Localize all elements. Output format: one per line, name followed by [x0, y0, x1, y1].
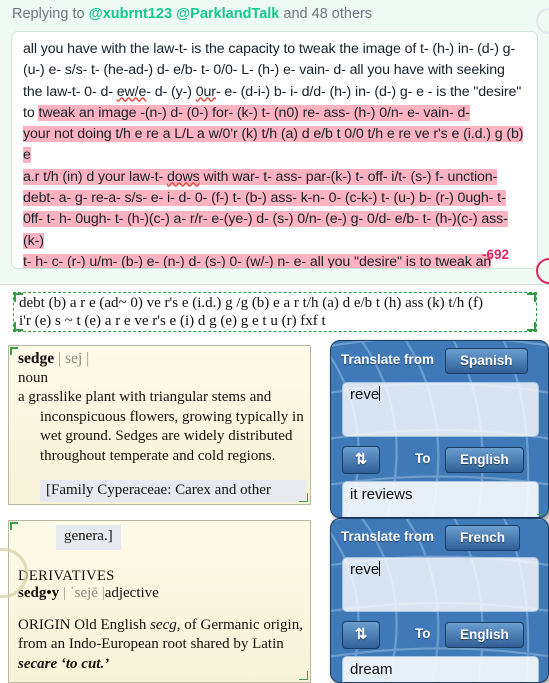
dictionary-panel-derivatives[interactable]: genera.] DERIVATIVES sedg•y | ˈsejē |adj…	[8, 520, 311, 683]
tweet-text-segment: all you have with the law-t- is the capa…	[23, 41, 516, 57]
swap-languages-button[interactable]: ⇅	[342, 621, 380, 649]
tweet-text-segment: tweak an image -(n-) d- (0-) for- (k-) t…	[38, 104, 470, 121]
dictionary-content-2: genera.] DERIVATIVES sedg•y | ˈsejē |adj…	[18, 525, 306, 674]
derivative-part-of-speech: adjective	[104, 584, 159, 601]
tweet-text-segment: - e- (d-i-) b- i- d/d- (h-) in- (d-) g- …	[215, 83, 522, 100]
target-language-select[interactable]: English	[445, 622, 524, 648]
translate-from-label: Translate from	[341, 529, 435, 544]
panel-resize-handle[interactable]	[299, 493, 308, 502]
panel-corner-top-left-icon	[10, 522, 18, 530]
section-divider	[0, 284, 549, 285]
tweet-line: a.r t/h (in) d your law-t- dows with war…	[23, 167, 528, 188]
translate-widget-spanish[interactable]: Translate from Spanish reve ⇅ To English…	[330, 340, 549, 518]
translate-source-input[interactable]: reve	[342, 557, 539, 612]
swap-languages-button[interactable]: ⇅	[342, 446, 380, 474]
derivatives-label: DERIVATIVES	[18, 567, 115, 584]
origin-label: ORIGIN	[18, 616, 71, 633]
pron-separator-right: |	[86, 350, 90, 367]
replying-to-handles[interactable]: @xubrnt123 @ParklandTalk	[89, 6, 280, 22]
translate-result-value: dream	[350, 661, 393, 678]
transcription-line-2: i'r (e) s ~ t (e) a r e ve r's e (i) d g…	[19, 313, 326, 329]
tweet-compose-region: Replying to @xubrnt123 @ParklandTalk and…	[0, 0, 549, 285]
tweet-text-segment: a.r t/h (in) d your law-t-	[23, 168, 167, 185]
translate-from-label: Translate from	[341, 352, 435, 367]
dictionary-definition-text: a grasslike plant with triangular stems …	[18, 389, 304, 464]
replying-to-prefix: Replying to	[12, 6, 89, 22]
misspelled-word: 0ur	[195, 83, 216, 100]
tweet-line: t- h- c- (r-) u/m- (b-) e- (n-) d- (s-) …	[23, 252, 528, 269]
misspelled-word: ew/e	[116, 83, 147, 100]
text-cursor-icon	[379, 561, 381, 576]
translate-from-row: Translate from French	[331, 522, 548, 552]
tweet-text-segment: t- h- c- (r-) u/m- (b-) e- (n-) d- (s-) …	[23, 253, 492, 269]
translate-to-label: To	[415, 626, 431, 641]
source-language-select[interactable]: Spanish	[445, 348, 528, 374]
origin-italic-word: secg	[150, 616, 177, 633]
tweet-textarea[interactable]: all you have with the law-t- is the capa…	[11, 31, 538, 269]
tweet-text-segment: to	[23, 104, 39, 121]
widget-resize-handle[interactable]	[537, 506, 546, 515]
tweet-text-segment: debt- a- g- re-a- s/s- e- i- d- 0- (f-) …	[23, 190, 506, 207]
tweet-text-content[interactable]: all you have with the law-t- is the capa…	[23, 39, 528, 269]
derivative-pronunciation: ˈsejē	[69, 584, 98, 601]
dictionary-family-note-continued: genera.]	[56, 525, 121, 550]
tweet-text-segment: your not doing t/h e re a L/L a w/0'r (k…	[23, 126, 524, 164]
tweet-text-segment: (u-) e- s/s- t- (he-ad-) d- e/b- t- 0/0-…	[23, 62, 505, 79]
translate-to-row: ⇅ To English	[331, 619, 548, 649]
transcription-text: debt (b) a r e (ad~ 0) ve r's e (i.d.) g…	[19, 294, 535, 330]
derivative-word: sedg•y	[18, 584, 60, 601]
translate-widget-french[interactable]: Translate from French reve ⇅ To English …	[330, 518, 549, 683]
tweet-line: 0ff- t- h- 0ugh- t- (h-)(c-) a- r/r- e-(…	[23, 209, 528, 252]
derivatives-entry: sedg•y | ˈsejē |adjective	[18, 584, 159, 601]
tweet-line: the law-t- 0- d- ew/e- d- (y-) 0ur- e- (…	[23, 82, 528, 103]
panel-corner-top-left-icon	[10, 347, 18, 355]
tweet-text-segment: 0ff- t- h- 0ugh- t- (h-)(c-) a- r/r- e-(…	[23, 211, 508, 249]
dictionary-content: sedge | sej | noun a grasslike plant wit…	[18, 350, 306, 502]
source-language-select[interactable]: French	[445, 525, 521, 551]
replying-to-label: Replying to @xubrnt123 @ParklandTalk and…	[12, 6, 372, 22]
dictionary-headword: sedge	[18, 350, 55, 367]
tweet-line: (u-) e- s/s- t- (he-ad-) d- e/b- t- 0/0-…	[23, 60, 528, 81]
translate-source-value: reve	[350, 386, 381, 403]
origin-text-1: Old English	[74, 616, 151, 633]
pron-separator-left: |	[58, 350, 62, 367]
origin-entry: ORIGIN Old English secg, of Germanic ori…	[18, 616, 306, 675]
dictionary-panel-definition[interactable]: sedge | sej | noun a grasslike plant wit…	[8, 345, 311, 505]
translate-to-label: To	[415, 451, 431, 466]
dictionary-definition: a grasslike plant with triangular stems …	[18, 388, 306, 466]
dictionary-pronunciation: sej	[65, 350, 83, 367]
tweet-line: debt- a- g- re-a- s/s- e- i- d- 0- (f-) …	[23, 188, 528, 209]
avatar-placeholder-circle	[536, 8, 549, 34]
tweet-line: to tweak an image -(n-) d- (0-) for- (k-…	[23, 103, 528, 124]
dictionary-headword-row: sedge | sej |	[18, 350, 306, 368]
translate-result-output: it reviews	[342, 481, 539, 517]
tweet-text-segment: - d- (y-)	[146, 83, 196, 100]
translate-result-output: dream	[342, 656, 539, 682]
translate-source-input[interactable]: reve	[342, 382, 539, 437]
transcription-capture-box[interactable]: debt (b) a r e (ad~ 0) ve r's e (i.d.) g…	[13, 292, 537, 332]
translate-result-value: it reviews	[350, 486, 413, 503]
tweet-text-segment: with war- t- ass- par-(k-) t- off- i/t- …	[199, 168, 498, 185]
replying-to-suffix[interactable]: and 48 others	[279, 6, 372, 22]
text-cursor-icon	[379, 386, 381, 401]
tweet-text-segment: the law-t- 0- d-	[23, 83, 117, 100]
tweet-line: your not doing t/h e re a L/L a w/0'r (k…	[23, 124, 528, 167]
origin-latin-root: secare ‘to cut.’	[18, 655, 110, 672]
dictionary-part-of-speech: noun	[18, 370, 48, 386]
translate-source-value: reve	[350, 561, 381, 578]
dictionary-family-note: [Family Cyperaceae: Carex and other	[40, 480, 306, 502]
tweet-line: all you have with the law-t- is the capa…	[23, 39, 528, 60]
panel-resize-handle[interactable]	[299, 671, 308, 680]
misspelled-word: dows	[166, 168, 200, 185]
character-counter: -692	[481, 247, 509, 262]
target-language-select[interactable]: English	[445, 447, 524, 473]
transcription-line-1: debt (b) a r e (ad~ 0) ve r's e (i.d.) g…	[19, 295, 483, 311]
translate-from-row: Translate from Spanish	[331, 345, 548, 375]
character-counter-ring	[536, 258, 549, 284]
translate-to-row: ⇅ To English	[331, 444, 548, 474]
